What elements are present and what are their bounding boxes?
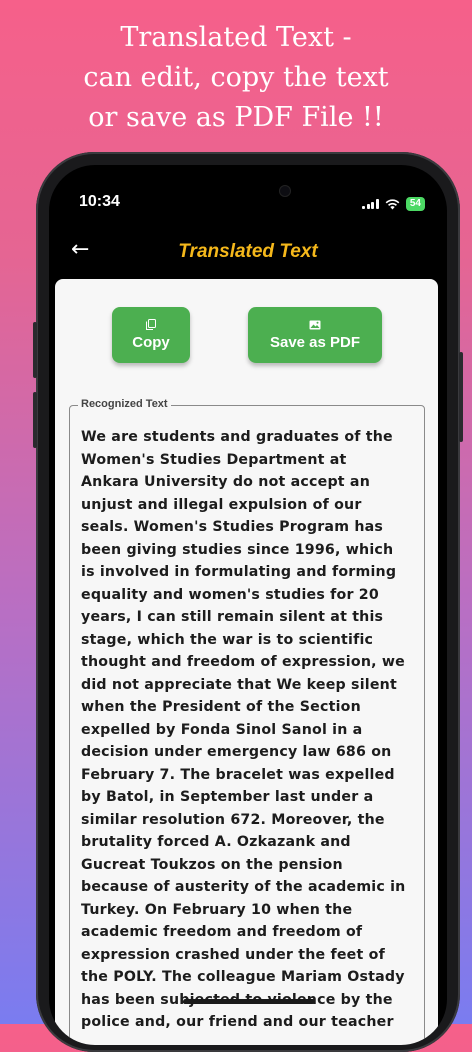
- save-as-pdf-button[interactable]: Save as PDF: [248, 307, 382, 363]
- cellular-signal-icon: [362, 199, 379, 209]
- app-bar: ← Translated Text: [49, 227, 447, 279]
- text-line: because of austerity of the academic in: [81, 879, 406, 895]
- phone-frame: 10:34 54 ← Translated Text Copy Save as …: [33, 152, 463, 1052]
- promo-headline: Translated Text - can edit, copy the tex…: [0, 18, 472, 138]
- battery-icon: 54: [405, 197, 425, 211]
- power-button: [459, 352, 463, 442]
- text-line: We are students and graduates of the: [81, 429, 393, 445]
- recognized-text-body[interactable]: We are students and graduates of the Wom…: [81, 426, 411, 1034]
- promo-line-3: or save as PDF File !!: [88, 102, 384, 133]
- text-line: Ankara University do not accept an: [81, 474, 371, 490]
- text-line: thought and freedom of expression, we: [81, 654, 405, 670]
- recognized-text-field[interactable]: Recognized Text We are students and grad…: [69, 398, 425, 1045]
- text-line: brutality forced A. Ozkazank and: [81, 834, 351, 850]
- volume-down-button: [33, 392, 37, 448]
- text-line: unjust and illegal expulsion of our: [81, 496, 362, 513]
- text-line: the POLY. The colleague Mariam Ostady: [81, 969, 405, 985]
- text-line: by Batol, in September last under a: [81, 789, 374, 805]
- text-line: February 7. The bracelet was expelled: [81, 766, 395, 783]
- text-line: academic freedom and freedom of: [81, 924, 363, 940]
- text-line: been giving studies since 1996, which: [81, 541, 394, 558]
- promo-line-2: can edit, copy the text: [83, 62, 389, 93]
- text-line: when the President of the Section: [81, 699, 361, 715]
- text-line: years, I can still remain silent at this: [81, 609, 384, 625]
- text-line: seals. Women's Studies Program has: [81, 519, 384, 535]
- text-line: stage, which the war is to scientific: [81, 631, 374, 648]
- home-indicator[interactable]: [183, 999, 315, 1004]
- main-content: Copy Save as PDF Recognized Text We are …: [55, 279, 438, 1045]
- text-line: police and, our friend and our teacher: [81, 1014, 394, 1030]
- text-line: expelled by Fonda Sinol Sanol in a: [81, 721, 363, 738]
- image-icon: [309, 320, 321, 329]
- copy-icon: [146, 319, 156, 330]
- copy-button-label: Copy: [132, 334, 170, 351]
- wifi-icon: [385, 198, 400, 209]
- promo-line-1: Translated Text -: [120, 22, 352, 53]
- recognized-text-legend: Recognized Text: [78, 398, 171, 410]
- phone-screen: 10:34 54 ← Translated Text Copy Save as …: [49, 165, 447, 1045]
- volume-up-button: [33, 322, 37, 378]
- text-line: Women's Studies Department at: [81, 451, 347, 468]
- status-time: 10:34: [79, 193, 120, 210]
- front-camera-icon: [279, 185, 291, 197]
- text-line: equality and women's studies for 20: [81, 586, 379, 603]
- text-line: decision under emergency law 686 on: [81, 744, 392, 760]
- text-line: Turkey. On February 10 when the: [81, 901, 353, 918]
- save-as-pdf-label: Save as PDF: [269, 333, 361, 351]
- status-icons: 54: [362, 197, 425, 211]
- text-line: Gucreat Toukzos on the pension: [81, 856, 343, 873]
- page-title: Translated Text: [178, 241, 318, 262]
- text-line: is involved in formulating and forming: [81, 564, 397, 580]
- text-line: expression crashed under the feet of: [81, 946, 385, 963]
- copy-button[interactable]: Copy: [112, 307, 190, 363]
- text-line: did not appreciate that We keep silent: [81, 676, 397, 693]
- text-line: similar resolution 672. Moreover, the: [81, 811, 385, 828]
